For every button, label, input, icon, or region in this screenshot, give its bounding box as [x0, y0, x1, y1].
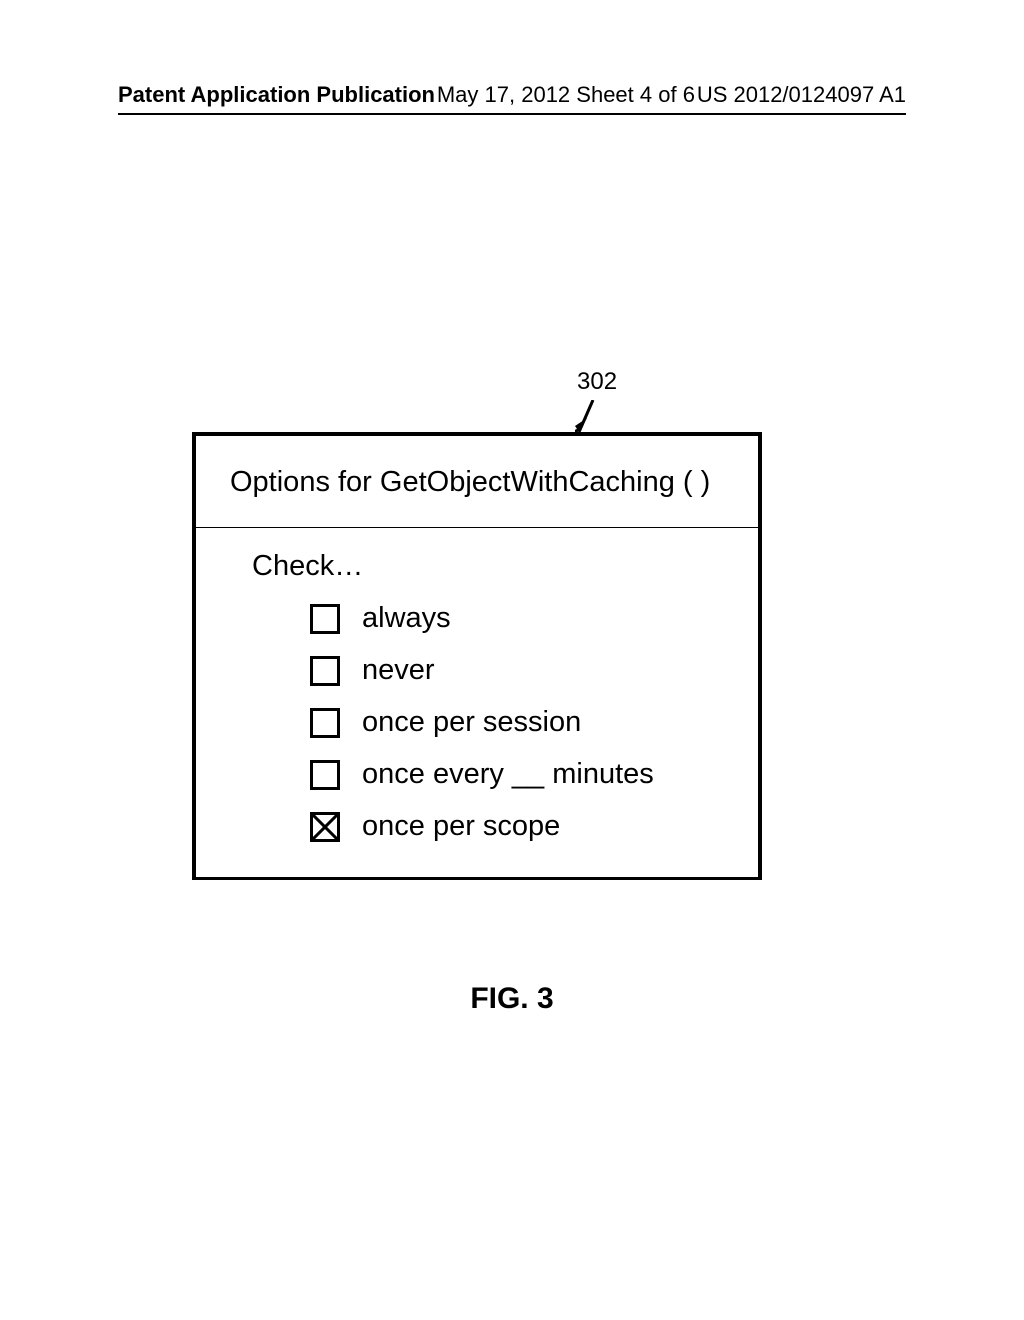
options-dialog: Options for GetObjectWithCaching ( ) Che… [192, 432, 762, 880]
option-label: never [362, 654, 435, 687]
option-row[interactable]: never [310, 654, 738, 687]
option-row[interactable]: once per session [310, 706, 738, 739]
checkbox-unchecked[interactable] [310, 604, 340, 634]
option-label: always [362, 602, 451, 635]
reference-number: 302 [577, 368, 617, 396]
option-label: once per scope [362, 810, 560, 843]
option-row[interactable]: once per scope [310, 810, 738, 843]
checkbox-unchecked[interactable] [310, 656, 340, 686]
option-row[interactable]: always [310, 602, 738, 635]
option-label: once every __ minutes [362, 758, 654, 791]
option-label: once per session [362, 706, 581, 739]
figure-caption: FIG. 3 [0, 982, 1024, 1016]
header-publication: Patent Application Publication [118, 82, 435, 108]
option-row[interactable]: once every __ minutes [310, 758, 738, 791]
checkbox-unchecked[interactable] [310, 708, 340, 738]
header-patent-number: US 2012/0124097 A1 [697, 82, 906, 108]
header-divider [118, 113, 906, 115]
checkbox-checked[interactable] [310, 812, 340, 842]
header-date-sheet: May 17, 2012 Sheet 4 of 6 [437, 82, 695, 108]
check-label: Check… [252, 550, 738, 583]
page-header: Patent Application Publication May 17, 2… [0, 82, 1024, 108]
dialog-body: Check… always never once per session once e… [196, 528, 758, 877]
checkbox-unchecked[interactable] [310, 760, 340, 790]
dialog-title: Options for GetObjectWithCaching ( ) [196, 436, 758, 528]
